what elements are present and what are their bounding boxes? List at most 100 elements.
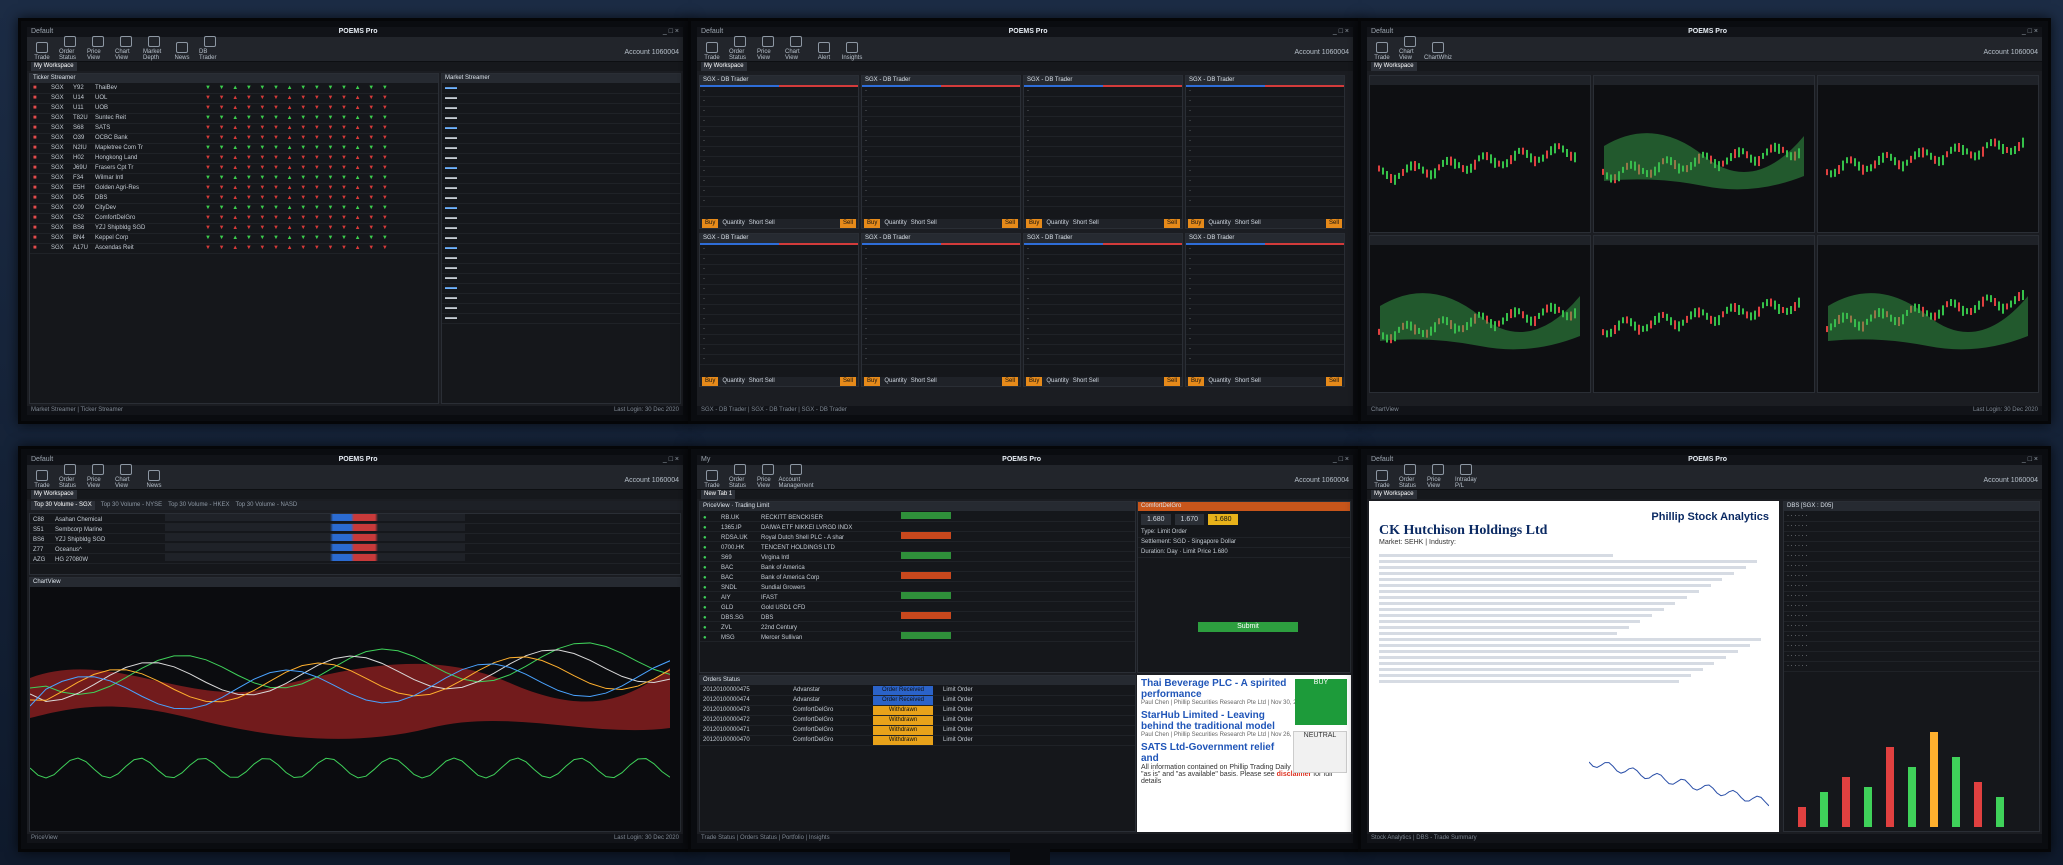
depth-row[interactable]: · [700,325,858,335]
depth-row[interactable]: · [862,315,1020,325]
ticker-row[interactable]: ■ SGX H02 Hongkong Land ▼ ▼ ▲ ▼ ▼ ▼ ▲ ▼ ▼ ▼ … [30,154,438,164]
depth-row[interactable]: · [1186,137,1344,147]
depth-row[interactable]: · [1186,187,1344,197]
depth-row[interactable]: · [700,177,858,187]
depth-row[interactable]: · [700,117,858,127]
depth-row[interactable]: · [862,117,1020,127]
price-row[interactable]: ● 0700.HK TENCENT HOLDINGS LTD [700,542,1135,552]
streamer-row[interactable]: ▬▬ [442,144,680,154]
depth-row[interactable]: · [862,305,1020,315]
depth-row[interactable]: · [700,305,858,315]
depth-row[interactable]: · [862,325,1020,335]
streamer-row[interactable]: ▬▬ [442,194,680,204]
depth-row[interactable]: · [1186,295,1344,305]
summary-row[interactable]: · · · · · · [1784,522,2039,532]
price-row[interactable]: ● GLD Gold USD1 CFD [700,602,1135,612]
price-view-button[interactable]: Price View [757,36,779,61]
mini-chart-panel[interactable] [1593,75,1815,233]
tab-my-workspace[interactable]: My Workspace [31,62,77,71]
depth-row[interactable]: · [862,147,1020,157]
depth-row[interactable]: · [862,107,1020,117]
news-button[interactable]: News [143,470,165,489]
sell-button[interactable]: Sell [1001,377,1018,386]
depth-row[interactable]: · [700,275,858,285]
short-sell-label[interactable]: Short Sell [911,377,937,386]
buy-button[interactable]: Buy [702,377,719,386]
streamer-row[interactable]: ▬▬ [442,94,680,104]
news-headline[interactable]: Thai Beverage PLC - A spirited performan… [1141,678,1287,700]
price-row[interactable]: ● AIY IFAST [700,592,1135,602]
settlement-row[interactable]: Settlement: SGD - Singapore Dollar [1138,538,1350,548]
account-display[interactable]: Account 1060004 [1983,477,2038,489]
price-row[interactable]: ● ZVL 22nd Century [700,622,1135,632]
depth-row[interactable]: · [700,87,858,97]
depth-row[interactable]: · [1024,265,1182,275]
chart-view-button[interactable]: Chart View [115,464,137,489]
streamer-row[interactable]: ▬▬ [442,254,680,264]
depth-row[interactable]: · [1024,255,1182,265]
depth-row[interactable]: · [700,107,858,117]
ticker-row[interactable]: ■ SGX C09 CityDev ▼ ▼ ▲ ▼ ▼ ▼ ▲ ▼ ▼ ▼ ▼ ▲ ▼ … [30,204,438,214]
streamer-row[interactable]: ▬▬ [442,294,680,304]
depth-row[interactable]: · [862,335,1020,345]
short-sell-label[interactable]: Short Sell [749,219,775,228]
depth-row[interactable]: · [1024,127,1182,137]
depth-row[interactable]: · [1024,167,1182,177]
streamer-row[interactable]: ▬▬ [442,244,680,254]
chartwhiz-button[interactable]: ChartWhiz [1424,42,1452,61]
price-row[interactable]: Z77 Oceanus^ [30,544,680,554]
depth-row[interactable]: · [700,197,858,207]
streamer-row[interactable]: ▬▬ [442,204,680,214]
depth-row[interactable]: · [1186,305,1344,315]
depth-row[interactable]: · [1186,315,1344,325]
streamer-row[interactable]: ▬▬ [442,114,680,124]
summary-row[interactable]: · · · · · · [1784,542,2039,552]
short-sell-label[interactable]: Short Sell [1073,377,1099,386]
depth-row[interactable]: · [1024,157,1182,167]
price-view-button[interactable]: Price View [87,464,109,489]
trade-button[interactable]: Trade [701,470,723,489]
depth-row[interactable]: · [700,255,858,265]
summary-row[interactable]: · · · · · · [1784,512,2039,522]
candlestick-chart[interactable] [1818,86,2036,230]
summary-row[interactable]: · · · · · · [1784,592,2039,602]
price-view-button[interactable]: Price View [87,36,109,61]
order-row[interactable]: 20120100000472 ComfortDelGro Withdrawn Limi… [700,716,1135,726]
price-row[interactable]: ● SNDL Sundial Growers [700,582,1135,592]
summary-row[interactable]: · · · · · · [1784,652,2039,662]
db-trader-button[interactable]: DB Trader [199,36,221,61]
depth-row[interactable]: · [700,147,858,157]
streamer-row[interactable]: ▬▬ [442,84,680,94]
news-headline[interactable]: SATS Ltd-Government relief and [1141,742,1287,764]
short-sell-label[interactable]: Short Sell [1235,219,1261,228]
depth-row[interactable]: · [1186,147,1344,157]
submit-button[interactable]: Submit [1198,622,1298,632]
ticker-row[interactable]: ■ SGX J69U Frasers Cpt Tr ▼ ▼ ▲ ▼ ▼ ▼ ▲ ▼ ▼ … [30,164,438,174]
depth-row[interactable]: · [1186,325,1344,335]
depth-row[interactable]: · [1024,345,1182,355]
price-row[interactable]: C88 Asahan Chemical [30,514,680,524]
depth-row[interactable]: · [1186,167,1344,177]
tab-top-volume-nasd[interactable]: Top 30 Volume - NASD [235,501,297,510]
depth-row[interactable]: · [1186,97,1344,107]
depth-row[interactable]: · [1024,137,1182,147]
depth-row[interactable]: · [700,245,858,255]
tab-top-volume-sgx[interactable]: Top 30 Volume - SGX [31,501,95,510]
depth-row[interactable]: · [700,137,858,147]
candlestick-chart[interactable] [1370,246,1588,390]
price-row[interactable]: ● S69 Virgina Intl [700,552,1135,562]
buy-button[interactable]: Buy [864,377,881,386]
depth-row[interactable]: · [862,127,1020,137]
order-status-button[interactable]: Order Status [729,464,751,489]
price-row[interactable]: ● RB.UK RECKITT BENCKISER [700,512,1135,522]
account-display[interactable]: Account 1060004 [1983,49,2038,61]
depth-row[interactable]: · [1186,335,1344,345]
depth-row[interactable]: · [1024,285,1182,295]
account-display[interactable]: Account 1060004 [624,477,679,489]
depth-row[interactable]: · [862,177,1020,187]
ticker-row[interactable]: ■ SGX BN4 Keppel Corp ▼ ▼ ▲ ▼ ▼ ▼ ▲ ▼ ▼ ▼ ▼ … [30,234,438,244]
depth-row[interactable]: · [1186,265,1344,275]
ticker-row[interactable]: ■ SGX E5H Golden Agri-Res ▼ ▼ ▲ ▼ ▼ ▼ ▲ ▼ ▼ … [30,184,438,194]
streamer-row[interactable]: ▬▬ [442,164,680,174]
depth-row[interactable]: · [1186,275,1344,285]
